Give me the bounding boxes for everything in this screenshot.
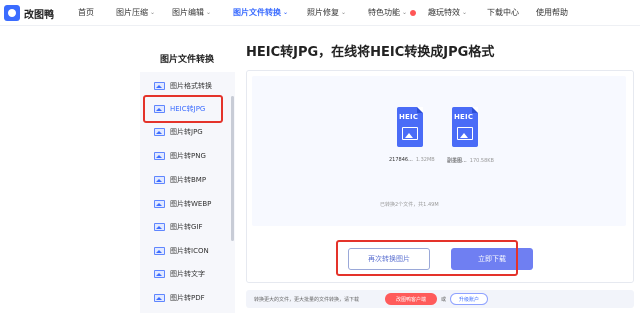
image-icon	[154, 294, 165, 302]
sidebar-item-to-jpg[interactable]: 图片转JPG	[154, 124, 232, 140]
hot-badge-icon	[410, 9, 417, 16]
chevron-down-icon: ⌄	[206, 9, 212, 16]
image-icon	[154, 270, 165, 278]
file-name: 副墨图... 170.58KB	[447, 158, 494, 164]
sidebar-item-format-convert[interactable]: 图片格式转换	[154, 78, 232, 94]
notice-or-text: 或	[441, 297, 447, 303]
top-nav-bar: 改图鸭 首页 图片压缩 ⌄ 图片编辑 ⌄ 图片文件转换 ⌄ 照片修复 ⌄ 特色功能 ⌄ 趣…	[0, 0, 640, 26]
sidebar-item-to-bmp[interactable]: 图片转BMP	[154, 172, 232, 188]
buttons-highlight-box	[336, 240, 518, 276]
logo-icon	[4, 5, 20, 21]
image-icon	[154, 128, 165, 136]
sidebar-item-to-gif[interactable]: 图片转GIF	[154, 219, 232, 235]
heic-file-icon: HEIC	[452, 107, 478, 147]
chevron-down-icon: ⌄	[462, 9, 468, 16]
nav-features[interactable]: 特色功能 ⌄	[368, 7, 417, 18]
logo-text: 改图鸭	[24, 9, 54, 21]
image-icon	[154, 152, 165, 160]
image-icon	[154, 82, 165, 90]
chevron-down-icon: ⌄	[283, 9, 289, 16]
image-icon	[457, 127, 473, 140]
chevron-down-icon: ⌄	[150, 9, 156, 16]
image-icon	[154, 176, 165, 184]
file-card[interactable]: HEIC	[452, 107, 482, 147]
sidebar-item-to-text[interactable]: 图片转文字	[154, 266, 232, 282]
file-name: 217846... 1.32MB	[389, 157, 435, 163]
sidebar-title: 图片文件转换	[160, 55, 215, 65]
file-card[interactable]: HEIC	[397, 107, 427, 147]
sidebar-item-to-png[interactable]: 图片转PNG	[154, 148, 232, 164]
chevron-down-icon: ⌄	[341, 9, 347, 16]
download-client-button[interactable]: 改图鸭客户端	[385, 293, 437, 305]
sidebar-item-to-icon[interactable]: 图片转ICON	[154, 243, 232, 259]
logo[interactable]: 改图鸭	[4, 5, 54, 21]
heic-file-icon: HEIC	[397, 107, 423, 147]
page-title: HEIC转JPG，在线将HEIC转换成JPG格式	[246, 45, 495, 60]
image-icon	[154, 247, 165, 255]
upgrade-account-button[interactable]: 升级账户	[450, 293, 488, 305]
nav-image-convert[interactable]: 图片文件转换 ⌄	[233, 7, 288, 18]
sidebar-item-to-pdf[interactable]: 图片转PDF	[154, 290, 232, 306]
image-icon	[402, 127, 418, 140]
image-icon	[154, 200, 165, 208]
nav-home[interactable]: 首页	[78, 7, 94, 18]
sidebar-item-to-webp[interactable]: 图片转WEBP	[154, 196, 232, 212]
active-item-highlight-box	[143, 95, 223, 123]
chevron-down-icon: ⌄	[402, 9, 408, 16]
conversion-summary: 已转换2个文件，共1.49M	[380, 202, 439, 208]
notice-text: 转换更大的文件，更大批量的文件转换，请下载	[254, 297, 360, 303]
nav-photo-repair[interactable]: 照片修复 ⌄	[307, 7, 346, 18]
file-preview-area	[252, 76, 626, 226]
nav-image-edit[interactable]: 图片编辑 ⌄	[172, 7, 211, 18]
nav-download-center[interactable]: 下载中心	[487, 7, 519, 18]
nav-fun-effects[interactable]: 趣玩特效 ⌄	[428, 7, 467, 18]
nav-image-compress[interactable]: 图片压缩 ⌄	[116, 7, 155, 18]
image-icon	[154, 223, 165, 231]
nav-help[interactable]: 使用帮助	[536, 7, 568, 18]
